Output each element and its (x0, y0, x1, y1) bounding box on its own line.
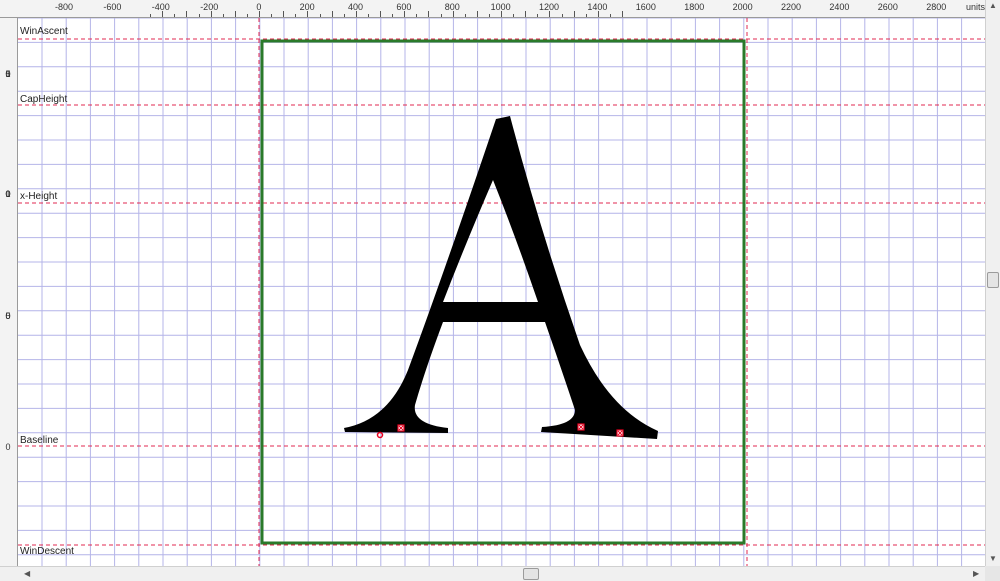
ruler-tick-mark (404, 11, 406, 17)
ruler-tick-label: 2400 (829, 2, 850, 12)
ruler-tick-mark (452, 11, 454, 17)
ruler-tick-mark (513, 14, 515, 17)
glyph-edit-canvas[interactable]: WinAscent CapHeight x-Height Baseline Wi… (18, 18, 985, 566)
ruler-tick-mark (501, 11, 502, 17)
off-curve-point-marker[interactable] (397, 424, 405, 432)
ruler-tick-mark (343, 14, 345, 17)
scroll-down-arrow-icon[interactable]: ▼ (989, 555, 997, 563)
design-grid (18, 18, 985, 566)
ruler-tick-mark (380, 11, 381, 17)
ruler-tick-mark (222, 14, 224, 17)
scroll-right-arrow-icon[interactable]: ▶ (973, 570, 979, 578)
ruler-tick-label: 1800 (684, 2, 705, 12)
ruler-tick-mark (416, 14, 418, 17)
ruler-tick-mark (585, 14, 587, 17)
ruler-tick-mark (609, 14, 611, 17)
ruler-tick-mark (283, 11, 285, 17)
vertical-scroll-thumb[interactable] (987, 272, 999, 288)
scroll-left-arrow-icon[interactable]: ◀ (24, 570, 30, 578)
ruler-tick-mark (464, 14, 466, 17)
scrollbar-corner (985, 566, 1000, 581)
vruler-digit: 0 (5, 311, 11, 321)
ruler-tick-mark (259, 11, 260, 17)
ruler-tick-mark (488, 14, 490, 17)
ruler-tick-label: -200 (200, 2, 219, 12)
ruler-tick-mark (174, 14, 176, 17)
ruler-tick-mark (355, 11, 357, 17)
baseline-label: Baseline (20, 435, 59, 446)
on-curve-point-marker[interactable] (376, 431, 384, 439)
ruler-tick-mark (476, 11, 478, 17)
ruler-tick-mark (162, 11, 164, 17)
ruler-tick-mark (186, 11, 188, 17)
ruler-tick-label: -600 (103, 2, 122, 12)
vruler-digit: 0 (5, 69, 11, 79)
ruler-tick-mark (246, 14, 248, 17)
vertical-ruler: 1 5 0 0 1 0 0 0 5 0 0 0 (0, 18, 18, 566)
ruler-tick-label: 2200 (781, 2, 802, 12)
off-curve-point-marker[interactable] (577, 423, 585, 431)
ruler-tick-mark (561, 14, 563, 17)
ruler-tick-mark (331, 11, 333, 17)
ruler-tick-label: 1600 (635, 2, 656, 12)
scroll-up-arrow-icon[interactable]: ▲ (989, 2, 997, 10)
glyph-canvas-svg[interactable] (18, 18, 985, 566)
vertical-scrollbar[interactable]: ▲ ▼ (985, 0, 1000, 566)
ruler-tick-mark (367, 14, 369, 17)
ruler-tick-mark (392, 14, 394, 17)
horizontal-scrollbar[interactable]: ◀ ▶ (0, 566, 985, 581)
ruler-tick-label: 2800 (926, 2, 947, 12)
ruler-units-label: units (966, 2, 986, 12)
win-ascent-label: WinAscent (20, 26, 68, 37)
off-curve-point-marker[interactable] (616, 429, 624, 437)
ruler-tick-mark (150, 14, 152, 17)
horizontal-ruler: -800 -600 -400 -200 0 200 400 600 800 1000 1200 140… (0, 0, 985, 18)
ruler-tick-label: -400 (151, 2, 170, 12)
ruler-tick-mark (597, 11, 599, 17)
win-descent-label: WinDescent (20, 546, 74, 557)
ruler-tick-mark (573, 11, 575, 17)
ruler-tick-mark (234, 11, 236, 17)
horizontal-scroll-thumb[interactable] (523, 568, 539, 580)
ruler-tick-mark (307, 11, 309, 17)
ruler-tick-mark (549, 11, 551, 17)
ruler-tick-label: 2600 (877, 2, 898, 12)
x-height-label: x-Height (20, 191, 58, 202)
ruler-tick-mark (295, 14, 297, 17)
ruler-tick-mark (198, 14, 200, 17)
ruler-tick-mark (525, 11, 527, 17)
ruler-tick-mark (428, 11, 430, 17)
ruler-tick-mark (271, 14, 273, 17)
ruler-tick-mark (537, 14, 539, 17)
vruler-digit: 0 (5, 442, 11, 452)
ruler-tick-label: -800 (55, 2, 74, 12)
ruler-tick-mark (622, 11, 623, 17)
ruler-tick-mark (210, 11, 212, 17)
ruler-tick-label: 2000 (732, 2, 753, 12)
vruler-digit: 0 (5, 189, 11, 199)
cap-height-label: CapHeight (20, 94, 68, 105)
ruler-tick-mark (440, 14, 442, 17)
ruler-tick-mark (319, 14, 321, 17)
